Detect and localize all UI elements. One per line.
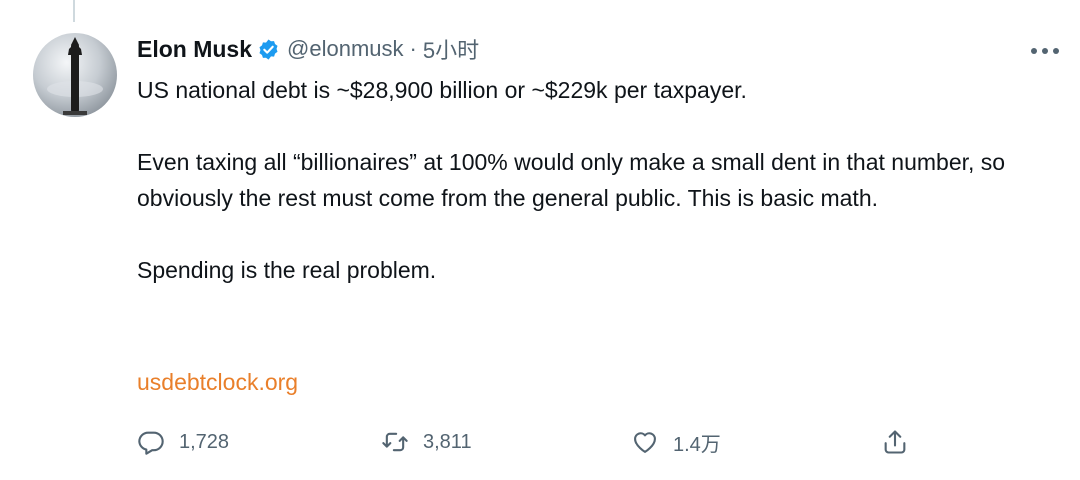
author-handle[interactable]: @elonmusk xyxy=(287,36,404,62)
reply-count: 1,728 xyxy=(179,430,230,453)
share-icon xyxy=(881,428,909,456)
retweet-button[interactable]: 3,811 xyxy=(381,422,472,462)
tweet-text: US national debt is ~$28,900 billion or … xyxy=(137,72,1047,288)
tweet: Elon Musk @elonmusk · 5小时 US national de… xyxy=(0,0,1080,480)
like-button[interactable]: 1.4万 xyxy=(631,422,721,462)
avatar[interactable] xyxy=(33,33,117,117)
retweet-count: 3,811 xyxy=(423,430,472,453)
tweet-paragraph: US national debt is ~$28,900 billion or … xyxy=(137,77,747,103)
tweet-header: Elon Musk @elonmusk · 5小时 xyxy=(137,34,479,64)
like-count: 1.4万 xyxy=(673,433,721,456)
separator-dot: · xyxy=(409,36,417,61)
tweet-link[interactable]: usdebtclock.org xyxy=(137,364,298,400)
tweet-timestamp[interactable]: 5小时 xyxy=(423,33,479,65)
tweet-paragraph: Even taxing all “billionaires” at 100% w… xyxy=(137,149,1006,211)
reply-button[interactable]: 1,728 xyxy=(137,422,229,462)
tweet-paragraph: Spending is the real problem. xyxy=(137,257,437,283)
avatar-image xyxy=(47,37,103,115)
author-name[interactable]: Elon Musk xyxy=(137,36,252,63)
more-options-icon[interactable] xyxy=(1028,38,1062,64)
verified-badge-icon xyxy=(257,38,280,61)
heart-icon xyxy=(631,428,659,456)
share-button[interactable] xyxy=(881,422,909,462)
retweet-icon xyxy=(381,428,409,456)
tweet-actions: 1,728 3,811 1.4万 xyxy=(137,422,917,462)
reply-icon xyxy=(137,428,165,456)
